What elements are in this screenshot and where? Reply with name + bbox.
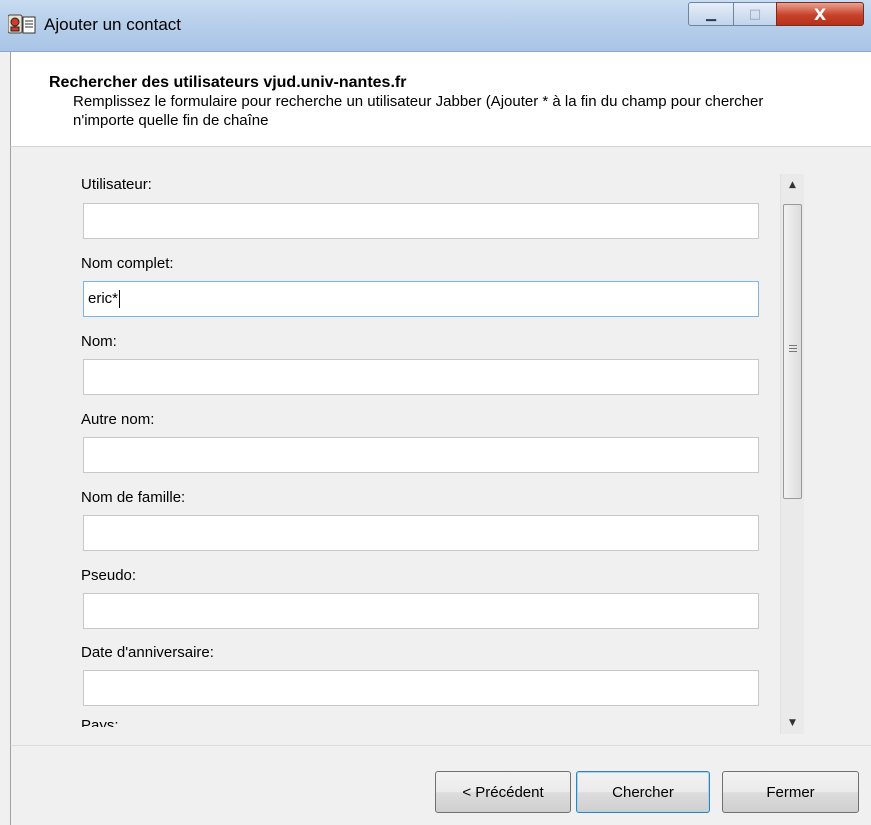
field-label-pseudo: Pseudo:	[81, 567, 137, 584]
autre-nom-input[interactable]	[83, 437, 759, 473]
page-description: Remplissez le formulaire pour recherche …	[73, 93, 764, 129]
title-bar: Ajouter un contact ▁ □ X	[0, 0, 871, 52]
contact-card-icon	[7, 14, 36, 36]
maximize-button[interactable]: □	[733, 2, 777, 26]
chevron-up-icon: ▲	[789, 180, 796, 190]
vertical-scrollbar[interactable]: ▲ ▼	[780, 174, 804, 734]
minimize-button[interactable]: ▁	[688, 2, 734, 26]
minimize-icon: ▁	[706, 6, 716, 22]
field-label-pays: Pays:	[81, 717, 119, 727]
nom-complet-input[interactable]: eric*	[83, 281, 759, 317]
chevron-down-icon: ▼	[789, 718, 796, 728]
close-icon: X	[813, 4, 827, 24]
grip-icon	[789, 345, 797, 354]
search-button[interactable]: Chercher	[576, 771, 710, 813]
close-button[interactable]: Fermer	[722, 771, 859, 813]
field-label-nom: Nom:	[81, 333, 117, 350]
page-title: Rechercher des utilisateurs vjud.univ-na…	[49, 74, 407, 91]
pays-label-clip: Pays:	[81, 707, 381, 727]
previous-button[interactable]: < Précédent	[435, 771, 571, 813]
scroll-down-button[interactable]: ▼	[781, 712, 804, 734]
maximize-icon: □	[748, 6, 762, 22]
field-label-nom-de-famille: Nom de famille:	[81, 489, 186, 506]
nom-de-famille-input[interactable]	[83, 515, 759, 551]
pseudo-input[interactable]	[83, 593, 759, 629]
close-window-button[interactable]: X	[776, 2, 864, 26]
header-panel: Rechercher des utilisateurs vjud.univ-na…	[10, 52, 871, 147]
scrollbar-thumb[interactable]	[783, 204, 802, 499]
text-caret	[119, 290, 121, 309]
field-label-autre-nom: Autre nom:	[81, 411, 155, 428]
scroll-up-button[interactable]: ▲	[781, 174, 804, 196]
nom-input[interactable]	[83, 359, 759, 395]
date-anniversaire-input[interactable]	[83, 670, 759, 706]
field-label-date-anniversaire: Date d'anniversaire:	[81, 644, 214, 661]
search-form: Utilisateur: Nom complet: eric* Nom: Aut…	[10, 147, 871, 745]
window-title: Ajouter un contact	[44, 15, 182, 34]
nom-complet-value: eric*	[88, 290, 119, 307]
field-label-nom-complet: Nom complet:	[81, 255, 174, 272]
field-label-utilisateur: Utilisateur:	[81, 176, 152, 193]
footer-bar: < Précédent Chercher Fermer	[10, 745, 871, 825]
utilisateur-input[interactable]	[83, 203, 759, 239]
